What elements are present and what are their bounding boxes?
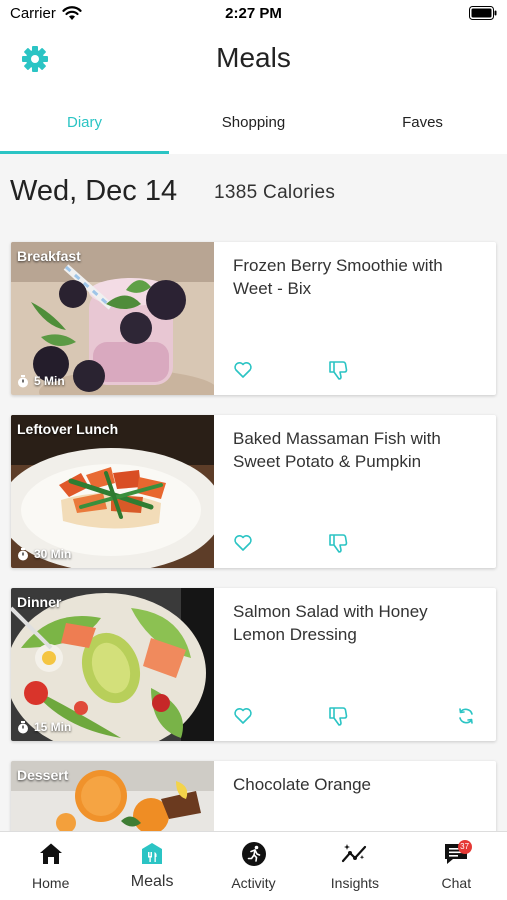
heart-icon[interactable] xyxy=(233,706,253,726)
tab-bar-chat[interactable]: 37 Chat xyxy=(406,832,507,900)
meal-title[interactable]: Salmon Salad with Honey Lemon Dressing xyxy=(233,600,473,646)
meal-time-label: 5 Min xyxy=(34,374,65,388)
heart-icon[interactable] xyxy=(233,533,253,553)
meal-title[interactable]: Baked Massaman Fish with Sweet Potato & … xyxy=(233,427,473,473)
meal-image: Leftover Lunch 30 Min xyxy=(11,415,214,568)
meal-label: Dessert xyxy=(17,767,69,783)
meal-label: Dinner xyxy=(17,594,62,610)
meal-title[interactable]: Chocolate Orange xyxy=(233,773,473,796)
thumbs-down-icon[interactable] xyxy=(327,705,349,727)
tab-shopping[interactable]: Shopping xyxy=(169,92,338,154)
day-date: Wed, Dec 14 xyxy=(10,175,178,207)
meal-time-label: 30 Min xyxy=(34,547,72,561)
tab-bar-label: Meals xyxy=(130,873,174,890)
home-icon xyxy=(39,843,62,864)
massaman-fish-image xyxy=(11,415,214,568)
meal-title[interactable]: Frozen Berry Smoothie with Weet - Bix xyxy=(233,254,473,300)
meal-time-label: 15 Min xyxy=(34,720,72,734)
thumbs-down-icon[interactable] xyxy=(327,532,349,554)
thumbs-down-icon[interactable] xyxy=(327,359,349,381)
meal-time: 15 Min xyxy=(17,720,71,734)
stopwatch-icon xyxy=(18,720,28,733)
salmon-salad-image xyxy=(11,588,214,741)
meal-image: Breakfast 5 Min xyxy=(11,242,214,395)
berry-smoothie-image xyxy=(11,242,214,395)
swap-icon[interactable] xyxy=(456,706,476,726)
tab-bar-label: Insights xyxy=(330,875,380,891)
meal-card-dinner[interactable]: Dinner 15 Min Salmon Salad with Honey Le… xyxy=(11,588,496,741)
page-title: Meals xyxy=(216,42,291,73)
meal-time: 30 Min xyxy=(17,547,71,561)
tab-faves[interactable]: Faves xyxy=(338,92,507,154)
meal-card-lunch[interactable]: Leftover Lunch 30 Min Baked Massaman Fis… xyxy=(11,415,496,568)
tab-bar-label: Chat xyxy=(441,875,472,891)
stopwatch-icon xyxy=(18,374,28,387)
meals-icon xyxy=(142,843,163,864)
status-time: 2:27 PM xyxy=(225,5,282,22)
bottom-tab-bar: Home Meals Activity Insights 37 Chat xyxy=(0,831,507,900)
tab-bar-label: Home xyxy=(32,875,70,891)
tab-bar-home[interactable]: Home xyxy=(0,832,101,900)
meal-image: Dinner 15 Min xyxy=(11,588,214,741)
meal-tabs: Diary Shopping Faves xyxy=(0,92,507,154)
battery-icon xyxy=(469,6,497,20)
day-calories: 1385 Calories xyxy=(214,182,336,203)
insights-icon xyxy=(341,844,367,863)
status-bar: Carrier 2:27 PM xyxy=(0,0,507,28)
meal-time: 5 Min xyxy=(17,374,65,388)
meal-card-breakfast[interactable]: Breakfast 5 Min Frozen Berry Smoothie wi… xyxy=(11,242,496,395)
tab-bar-label: Activity xyxy=(231,875,276,891)
chat-badge: 37 xyxy=(457,840,472,854)
tab-bar-activity[interactable]: Activity xyxy=(203,832,304,900)
meal-label: Leftover Lunch xyxy=(17,421,119,437)
day-header: Wed, Dec 14 1385 Calories xyxy=(0,155,507,233)
meal-label: Breakfast xyxy=(17,248,81,264)
navigation-bar: Meals xyxy=(0,28,507,92)
stopwatch-icon xyxy=(18,547,28,560)
heart-icon[interactable] xyxy=(233,360,253,380)
tab-bar-meals[interactable]: Meals xyxy=(101,832,202,900)
tab-bar-insights[interactable]: Insights xyxy=(304,832,405,900)
activity-icon xyxy=(241,842,266,866)
tab-diary[interactable]: Diary xyxy=(0,92,169,154)
